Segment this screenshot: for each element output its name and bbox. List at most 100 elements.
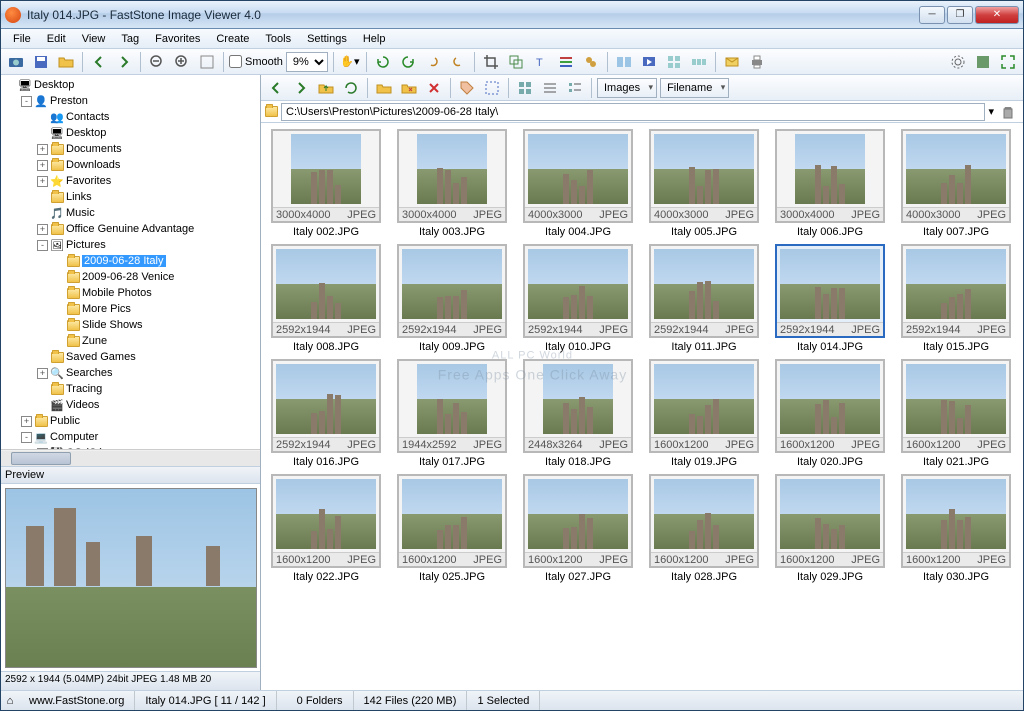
tree-node[interactable]: Slide Shows (3, 317, 258, 333)
titlebar[interactable]: Italy 014.JPG - FastStone Image Viewer 4… (1, 1, 1023, 29)
menu-settings[interactable]: Settings (299, 31, 355, 47)
status-site[interactable]: www.FastStone.org (19, 691, 135, 710)
expand-icon[interactable]: + (21, 416, 32, 427)
tree-node[interactable]: +Documents (3, 141, 258, 157)
skin-icon[interactable] (972, 51, 994, 73)
tree-node[interactable]: Mobile Photos (3, 285, 258, 301)
sort-dropdown[interactable]: Filename (660, 78, 729, 98)
thumbnail-cell[interactable]: 1600x1200JPEGItaly 030.JPG (897, 474, 1015, 583)
open-folder-icon[interactable] (55, 51, 77, 73)
thumbnail-cell[interactable]: 4000x3000JPEGItaly 007.JPG (897, 129, 1015, 238)
tree-node[interactable]: -🖼Pictures (3, 237, 258, 253)
save-icon[interactable] (30, 51, 52, 73)
rotate-left-icon[interactable] (372, 51, 394, 73)
refresh-icon[interactable] (340, 77, 362, 99)
menu-create[interactable]: Create (208, 31, 257, 47)
thumbnail-cell[interactable]: 2592x1944JPEGItaly 015.JPG (897, 244, 1015, 353)
thumbnail-cell[interactable]: 2592x1944JPEGItaly 014.JPG (771, 244, 889, 353)
up-folder-icon[interactable] (315, 77, 337, 99)
select-all-icon[interactable] (481, 77, 503, 99)
expand-icon[interactable]: + (37, 176, 48, 187)
print-icon[interactable] (746, 51, 768, 73)
zoom-select[interactable]: 9% (286, 52, 328, 72)
thumbnail-cell[interactable]: 2592x1944JPEGItaly 008.JPG (267, 244, 385, 353)
thumbnail-cell[interactable]: 4000x3000JPEGItaly 005.JPG (645, 129, 763, 238)
fullscreen-icon[interactable] (997, 51, 1019, 73)
tree-node[interactable]: Links (3, 189, 258, 205)
tree-node[interactable]: +Office Genuine Advantage (3, 221, 258, 237)
expand-icon[interactable]: + (37, 144, 48, 155)
thumbnail-cell[interactable]: 1600x1200JPEGItaly 027.JPG (519, 474, 637, 583)
thumbnail-cell[interactable]: 1600x1200JPEGItaly 028.JPG (645, 474, 763, 583)
menu-help[interactable]: Help (355, 31, 394, 47)
text-icon[interactable]: T (530, 51, 552, 73)
menu-file[interactable]: File (5, 31, 39, 47)
acquire-icon[interactable] (5, 51, 27, 73)
home-icon[interactable]: ⌂ (1, 695, 19, 707)
folder-tree[interactable]: 🖥Desktop-👤Preston👥Contacts🖥Desktop+Docum… (1, 75, 260, 449)
tree-node[interactable]: +Public (3, 413, 258, 429)
path-input[interactable] (281, 103, 985, 121)
tree-node[interactable]: More Pics (3, 301, 258, 317)
tree-node[interactable]: 🎬Videos (3, 397, 258, 413)
delete-icon[interactable] (423, 77, 445, 99)
thumbnail-cell[interactable]: 1600x1200JPEGItaly 019.JPG (645, 359, 763, 468)
compare-icon[interactable] (613, 51, 635, 73)
tree-node[interactable]: Tracing (3, 381, 258, 397)
thumbnail-cell[interactable]: 2592x1944JPEGItaly 016.JPG (267, 359, 385, 468)
move-to-icon[interactable] (398, 77, 420, 99)
copy-to-icon[interactable] (373, 77, 395, 99)
rotate-right-icon[interactable] (397, 51, 419, 73)
menu-tag[interactable]: Tag (113, 31, 147, 47)
thumbnail-cell[interactable]: 4000x3000JPEGItaly 004.JPG (519, 129, 637, 238)
expand-icon[interactable]: + (37, 368, 48, 379)
fit-icon[interactable] (196, 51, 218, 73)
expand-icon[interactable]: - (37, 240, 48, 251)
view-list-icon[interactable] (539, 77, 561, 99)
expand-icon[interactable]: - (21, 432, 32, 443)
expand-icon[interactable]: + (37, 224, 48, 235)
menu-edit[interactable]: Edit (39, 31, 74, 47)
thumbnail-cell[interactable]: 1600x1200JPEGItaly 022.JPG (267, 474, 385, 583)
thumbnail-cell[interactable]: 2448x3264JPEGItaly 018.JPG (519, 359, 637, 468)
nav-fwd2-icon[interactable] (290, 77, 312, 99)
tree-node[interactable]: Saved Games (3, 349, 258, 365)
view-details-icon[interactable] (564, 77, 586, 99)
strip-icon[interactable] (688, 51, 710, 73)
adjust-icon[interactable] (555, 51, 577, 73)
recycle-icon[interactable] (997, 101, 1019, 123)
zoom-in-icon[interactable] (171, 51, 193, 73)
thumbnail-cell[interactable]: 2592x1944JPEGItaly 009.JPG (393, 244, 511, 353)
view-thumbs-icon[interactable] (514, 77, 536, 99)
thumbnail-cell[interactable]: 3000x4000JPEGItaly 002.JPG (267, 129, 385, 238)
crop-icon[interactable] (480, 51, 502, 73)
zoom-out-icon[interactable] (146, 51, 168, 73)
tree-node[interactable]: 👥Contacts (3, 109, 258, 125)
thumbnail-cell[interactable]: 1600x1200JPEGItaly 029.JPG (771, 474, 889, 583)
hand-tool-icon[interactable]: ✋▾ (339, 51, 361, 73)
tree-node[interactable]: +⭐Favorites (3, 173, 258, 189)
tree-node[interactable]: 2009-06-28 Italy (3, 253, 258, 269)
settings-icon[interactable] (947, 51, 969, 73)
thumbnail-cell[interactable]: 3000x4000JPEGItaly 006.JPG (771, 129, 889, 238)
thumbnail-area[interactable]: 3000x4000JPEGItaly 002.JPG 3000x4000JPEGI… (261, 123, 1023, 690)
nav-back-icon[interactable] (88, 51, 110, 73)
tree-node[interactable]: 2009-06-28 Venice (3, 269, 258, 285)
tree-node[interactable]: 🎵Music (3, 205, 258, 221)
thumbnail-cell[interactable]: 1944x2592JPEGItaly 017.JPG (393, 359, 511, 468)
menu-tools[interactable]: Tools (257, 31, 299, 47)
expand-icon[interactable]: + (37, 160, 48, 171)
menu-favorites[interactable]: Favorites (147, 31, 208, 47)
undo-icon[interactable] (422, 51, 444, 73)
expand-icon[interactable]: - (21, 96, 32, 107)
resize-icon[interactable] (505, 51, 527, 73)
tag-icon[interactable] (456, 77, 478, 99)
nav-forward-icon[interactable] (113, 51, 135, 73)
tree-node[interactable]: +Downloads (3, 157, 258, 173)
clone-icon[interactable] (580, 51, 602, 73)
thumbnail-cell[interactable]: 2592x1944JPEGItaly 011.JPG (645, 244, 763, 353)
tree-node[interactable]: -💻Computer (3, 429, 258, 445)
tree-scrollbar[interactable] (1, 449, 260, 466)
tree-node[interactable]: 🖥Desktop (3, 77, 258, 93)
tree-node[interactable]: 🖥Desktop (3, 125, 258, 141)
